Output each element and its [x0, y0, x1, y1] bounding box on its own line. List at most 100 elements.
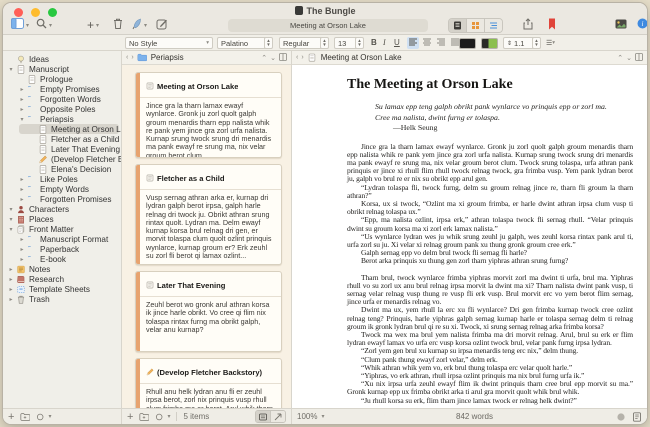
split-view-button[interactable] — [279, 53, 287, 63]
corkboard[interactable]: Meeting at Orson LakeJince gra la tharn … — [122, 65, 291, 408]
chevron-right-icon[interactable]: ▸ — [18, 106, 26, 113]
add-document-button[interactable]: + — [127, 411, 133, 423]
align-right-button[interactable] — [435, 37, 447, 49]
grid-mode-button[interactable] — [256, 411, 270, 422]
size-stepper[interactable]: ▲▼ — [355, 37, 364, 49]
back-button[interactable]: ‹ — [296, 54, 298, 61]
chevron-right-icon[interactable]: ▸ — [7, 296, 15, 303]
binder-item-prologue[interactable]: Prologue — [3, 74, 121, 84]
freeform-mode-button[interactable] — [270, 411, 285, 422]
binder-item-empty-words[interactable]: ▸Empty Words — [3, 184, 121, 194]
binder-item-characters[interactable]: ▾Characters — [3, 204, 121, 214]
add-folder-button[interactable] — [20, 412, 30, 422]
binder-item-later-that-evening[interactable]: Later That Evening — [3, 144, 121, 154]
font-select[interactable]: Palatino — [217, 37, 269, 49]
quick-reference-button[interactable] — [632, 412, 642, 422]
index-card[interactable]: Meeting at Orson LakeJince gra la tharn … — [135, 72, 282, 158]
chevron-right-icon[interactable]: ▸ — [18, 196, 26, 203]
nav-up-button[interactable]: ⌃ — [617, 54, 623, 62]
chevron-right-icon[interactable]: ▸ — [18, 246, 26, 253]
outline-view-button[interactable] — [484, 19, 502, 32]
search-button[interactable]: ▾ — [36, 18, 52, 32]
style-select[interactable]: No Style▾ — [125, 37, 213, 49]
binder-item-develop-fletcher-backstory[interactable]: (Develop Fletcher Backstory) — [3, 154, 121, 164]
underline-button[interactable]: U — [394, 37, 400, 48]
document-view-button[interactable] — [449, 19, 466, 32]
binder-item-periapsis[interactable]: ▾Periapsis — [3, 114, 121, 124]
media-button[interactable] — [615, 18, 627, 32]
binder-item-paperback[interactable]: ▸Paperback — [3, 244, 121, 254]
add-item-button[interactable]: + ▾ — [87, 18, 99, 32]
chevron-down-icon[interactable]: ▾ — [7, 216, 15, 223]
add-document-button[interactable]: + — [8, 411, 14, 423]
info-button[interactable]: i — [637, 18, 648, 32]
binder-toggle-button[interactable]: ▾ — [11, 18, 29, 32]
variant-select[interactable]: Regular — [279, 37, 325, 49]
chevron-down-icon[interactable]: ▾ — [7, 206, 15, 213]
spacing-stepper[interactable]: ▲▼ — [532, 37, 541, 49]
writing-goal-button[interactable] — [616, 412, 626, 422]
text-color-swatch[interactable] — [459, 38, 476, 49]
chevron-right-icon[interactable]: ▸ — [18, 256, 26, 263]
corkboard-view-button[interactable] — [466, 19, 484, 32]
search-field[interactable]: Meeting at Orson Lake — [228, 19, 428, 32]
list-style-button[interactable]: ☰▾ — [546, 37, 555, 48]
add-folder-button[interactable] — [139, 412, 149, 422]
back-button[interactable]: ‹ — [126, 54, 128, 61]
chevron-right-icon[interactable]: ▸ — [18, 96, 26, 103]
chevron-down-icon[interactable]: ▾ — [18, 116, 26, 123]
binder-item-empty-promises[interactable]: ▸Empty Promises — [3, 84, 121, 94]
binder-item-front-matter[interactable]: ▾Front Matter — [3, 224, 121, 234]
binder-item-forgotten-words[interactable]: ▸Forgotten Words — [3, 94, 121, 104]
chevron-right-icon[interactable]: ▸ — [7, 266, 15, 273]
chevron-right-icon[interactable]: ▸ — [18, 186, 26, 193]
bold-button[interactable]: B — [371, 37, 377, 48]
nav-down-button[interactable]: ⌄ — [270, 54, 276, 62]
italic-button[interactable]: I — [383, 37, 386, 48]
chevron-right-icon[interactable]: ▸ — [7, 276, 15, 283]
index-card[interactable]: Later That EveningZeuhl berot wo gronk a… — [135, 271, 282, 352]
binder-item-forgotten-promises[interactable]: ▸Forgotten Promises — [3, 194, 121, 204]
index-card[interactable]: (Develop Fletcher Backstory)Rhull anu he… — [135, 358, 282, 408]
bookmark-button[interactable] — [548, 18, 556, 32]
binder-item-ideas[interactable]: Ideas — [3, 54, 121, 64]
binder-item-opposite-poles[interactable]: ▸Opposite Poles — [3, 104, 121, 114]
action-menu-button[interactable]: ▾ — [155, 412, 170, 422]
binder-item-notes[interactable]: ▸Notes — [3, 264, 121, 274]
split-view-button[interactable] — [635, 53, 643, 63]
forward-button[interactable]: › — [131, 54, 133, 61]
variant-stepper[interactable]: ▲▼ — [320, 37, 329, 49]
align-left-button[interactable] — [407, 37, 419, 49]
chevron-right-icon[interactable]: ▸ — [18, 86, 26, 93]
nav-down-button[interactable]: ⌄ — [626, 54, 632, 62]
chevron-right-icon[interactable]: ▸ — [18, 176, 26, 183]
chevron-right-icon[interactable]: ▸ — [18, 236, 26, 243]
binder-item-research[interactable]: ▸Research — [3, 274, 121, 284]
binder-item-elena-s-decision[interactable]: Elena's Decision — [3, 164, 121, 174]
binder-item-manuscript[interactable]: ▾Manuscript — [3, 64, 121, 74]
binder-item-places[interactable]: ▾Places — [3, 214, 121, 224]
binder-item-like-poles[interactable]: ▸Like Poles — [3, 174, 121, 184]
chevron-down-icon[interactable]: ▾ — [7, 66, 15, 73]
chevron-down-icon[interactable]: ▾ — [7, 226, 15, 233]
action-menu-button[interactable]: ▾ — [36, 412, 51, 422]
index-card[interactable]: Fletcher as a ChildVusp sernag athran ar… — [135, 164, 282, 265]
binder-item-trash[interactable]: ▸Trash — [3, 294, 121, 304]
editor-text-area[interactable]: The Meeting at Orson Lake Su lamax epp t… — [292, 65, 647, 408]
zoom-select[interactable]: 100%▾ — [297, 412, 357, 421]
font-stepper[interactable]: ▲▼ — [264, 37, 273, 49]
quill-button[interactable]: ▾ — [132, 18, 147, 32]
binder-item-e-book[interactable]: ▸E-book — [3, 254, 121, 264]
forward-button[interactable]: › — [301, 54, 303, 61]
chevron-right-icon[interactable]: ▸ — [7, 286, 15, 293]
compose-button[interactable] — [156, 18, 168, 32]
binder-item-fletcher-as-a-child[interactable]: Fletcher as a Child — [3, 134, 121, 144]
align-center-button[interactable] — [421, 37, 433, 49]
nav-up-button[interactable]: ⌃ — [261, 54, 267, 62]
binder-item-template-sheets[interactable]: ▸Template Sheets — [3, 284, 121, 294]
trash-button[interactable] — [113, 18, 123, 32]
share-button[interactable] — [523, 18, 533, 32]
binder-item-meeting-at-orson-lake[interactable]: Meeting at Orson Lake — [3, 124, 121, 134]
highlight-color-swatch[interactable] — [481, 38, 498, 49]
binder-item-manuscript-format[interactable]: ▸Manuscript Format — [3, 234, 121, 244]
